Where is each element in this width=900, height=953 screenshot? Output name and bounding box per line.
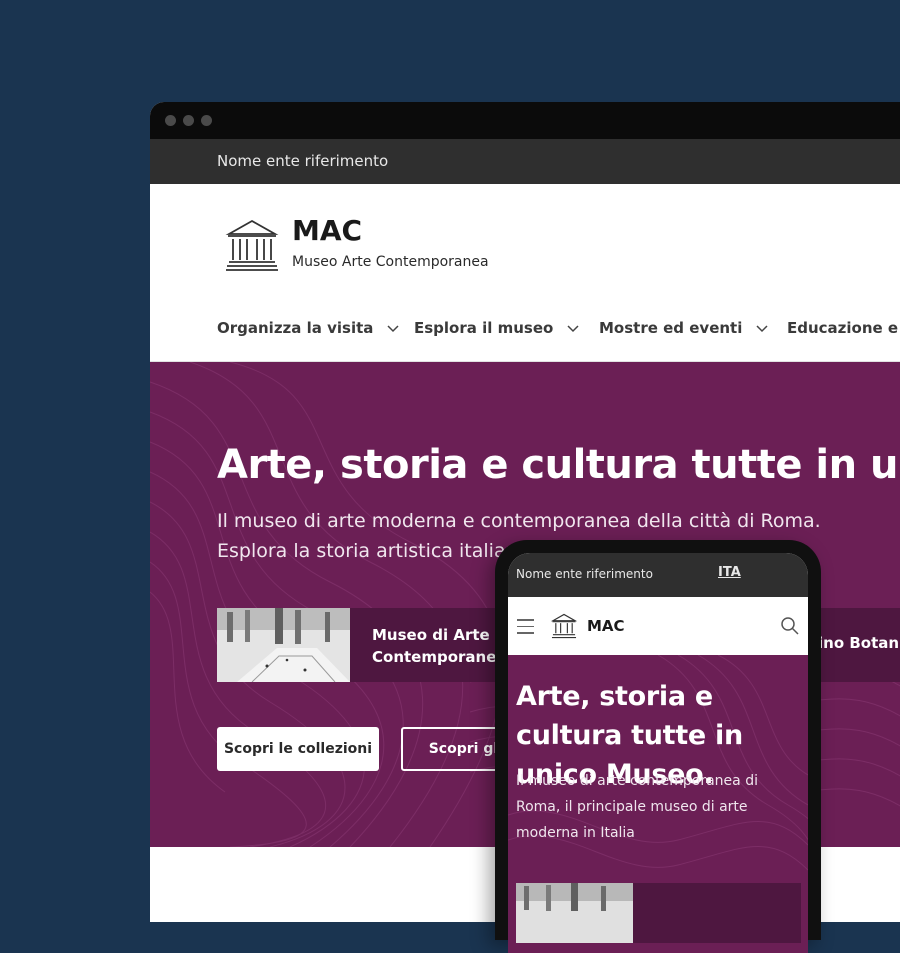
scopri-collezioni-button[interactable]: Scopri le collezioni [217, 727, 379, 771]
nav-item-educazione[interactable]: Educazione e ric [787, 319, 900, 337]
site-brand[interactable]: MAC Museo Arte Contemporanea [150, 206, 900, 301]
site-title: MAC [292, 214, 363, 247]
nav-item-label: Educazione e ric [787, 319, 900, 337]
museum-interior-photo [217, 608, 350, 682]
hamburger-menu-icon[interactable] [517, 619, 534, 639]
hero-card-title: ino Botanico [818, 634, 900, 652]
museum-interior-photo [516, 883, 633, 943]
slim-header-entity-link[interactable]: Nome ente riferimento [217, 152, 388, 170]
browser-chrome [150, 102, 900, 139]
chevron-down-icon [756, 324, 768, 332]
nav-item-organizza-la-visita[interactable]: Organizza la visita [217, 319, 399, 337]
search-icon[interactable] [780, 616, 800, 636]
nav-item-label: Organizza la visita [217, 319, 374, 337]
museum-building-icon [225, 219, 279, 271]
hero-card-museo[interactable]: Museo di Arte Contemporanea [217, 608, 517, 682]
chevron-down-icon [387, 324, 399, 332]
nav-item-esplora-il-museo[interactable]: Esplora il museo [414, 319, 579, 337]
mobile-slim-header-entity-link[interactable]: Nome ente riferimento [516, 567, 653, 581]
mobile-header: MAC [508, 597, 808, 655]
window-close-dot[interactable] [165, 115, 176, 126]
language-selector[interactable]: ITA [718, 565, 741, 580]
window-maximize-dot[interactable] [201, 115, 212, 126]
slim-header: Nome ente riferimento [150, 139, 900, 184]
nav-item-mostre-ed-eventi[interactable]: Mostre ed eventi [599, 319, 768, 337]
hero-card-title: Museo di Arte Contemporanea [372, 626, 507, 666]
main-navigation: Organizza la visita Esplora il museo Mos… [150, 301, 900, 362]
mobile-screen: Nome ente riferimento ITA MAC Arte, stor… [508, 553, 808, 953]
mobile-slim-header: Nome ente riferimento ITA [508, 553, 808, 597]
nav-item-label: Mostre ed eventi [599, 319, 743, 337]
mobile-hero-section: Arte, storia e cultura tutte in unico Mu… [508, 655, 808, 953]
mobile-hero-lead: Il museo di arte contemporanea di Roma, … [516, 773, 758, 841]
chevron-down-icon [567, 324, 579, 332]
mobile-phone-frame: Nome ente riferimento ITA MAC Arte, stor… [495, 540, 821, 953]
mobile-hero-card[interactable] [516, 883, 801, 943]
window-minimize-dot[interactable] [183, 115, 194, 126]
mobile-site-title[interactable]: MAC [587, 617, 625, 635]
site-subtitle: Museo Arte Contemporanea [292, 254, 489, 270]
museum-building-icon[interactable] [551, 613, 577, 639]
hero-lead-line: Il museo di arte moderna e contemporanea… [217, 510, 821, 532]
nav-item-label: Esplora il museo [414, 319, 554, 337]
hero-title: Arte, storia e cultura tutte in unico Mu… [217, 442, 900, 488]
